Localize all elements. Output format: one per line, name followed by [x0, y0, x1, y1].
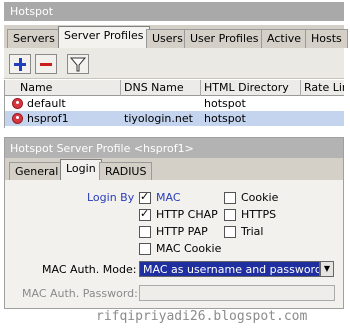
check-icon: ✓	[140, 190, 150, 203]
watermark: rifqipriyadi26.blogspot.com	[96, 309, 308, 324]
http-pap-option-label: HTTP PAP	[156, 225, 208, 238]
cell-name: default	[27, 97, 66, 110]
column-header-rate-limit[interactable]: Rate Lin	[301, 80, 344, 96]
cookie-checkbox[interactable]	[224, 192, 236, 204]
tab-login[interactable]: Login	[60, 159, 102, 180]
trial-option-label: Trial	[241, 225, 264, 238]
cookie-option-label: Cookie	[241, 191, 279, 204]
table-row[interactable]: default hotspot	[5, 96, 344, 111]
mac-cookie-option-label: MAC Cookie	[156, 242, 222, 255]
cell-dns-name: tiyologin.net	[124, 112, 193, 125]
trial-checkbox[interactable]	[224, 226, 236, 238]
server-profile-icon	[12, 113, 23, 124]
cell-html-directory: hotspot	[204, 97, 246, 110]
http-pap-checkbox[interactable]	[139, 226, 151, 238]
mac-checkbox[interactable]: ✓	[139, 190, 151, 204]
http-chap-option-label: HTTP CHAP	[156, 208, 218, 221]
window-title: Hotspot	[4, 2, 344, 21]
column-header-html-directory[interactable]: HTML Directory	[201, 80, 301, 96]
cell-name: hsprof1	[27, 112, 69, 125]
server-profile-icon	[12, 98, 23, 109]
tab-general[interactable]: General	[9, 162, 65, 180]
dialog-tab-bar: General Login RADIUS	[5, 158, 343, 180]
tab-server-profiles[interactable]: Server Profiles	[58, 26, 150, 48]
dropdown-arrow-icon[interactable]: ▼	[320, 261, 334, 277]
mac-auth-mode-label: MAC Auth. Mode:	[42, 263, 137, 276]
tab-servers[interactable]: Servers	[7, 29, 61, 48]
tab-radius[interactable]: RADIUS	[99, 162, 153, 180]
hotspot-window: Hotspot Servers Server Profiles Users Us…	[0, 0, 350, 328]
table-row-selected[interactable]: hsprof1 tiyologin.net hotspot	[5, 111, 344, 126]
mac-auth-password-label: MAC Auth. Password:	[22, 287, 138, 300]
main-tab-bar: Servers Server Profiles Users User Profi…	[4, 25, 348, 48]
filter-button[interactable]	[67, 54, 89, 74]
tab-active[interactable]: Active	[261, 29, 308, 48]
mac-cookie-checkbox[interactable]	[139, 243, 151, 255]
add-button[interactable]	[9, 54, 31, 74]
cell-html-directory: hotspot	[204, 112, 246, 125]
remove-button[interactable]	[35, 54, 57, 74]
mac-auth-mode-select[interactable]: MAC as username and password	[139, 261, 320, 277]
column-header-dns-name[interactable]: DNS Name	[121, 80, 201, 96]
cell-dns-name	[121, 96, 201, 111]
server-profile-dialog: Hotspot Server Profile <hsprof1> General…	[4, 137, 344, 309]
server-profiles-table: Name DNS Name HTML Directory Rate Lin de…	[4, 80, 344, 128]
https-option-label: HTTPS	[241, 208, 277, 221]
tab-user-profiles[interactable]: User Profiles	[184, 29, 265, 48]
table-header: Name DNS Name HTML Directory Rate Lin	[5, 80, 344, 96]
tab-users[interactable]: Users	[146, 29, 189, 48]
toolbar	[4, 48, 344, 79]
login-by-label: Login By	[87, 191, 135, 204]
mac-option-label: MAC	[156, 191, 181, 204]
https-checkbox[interactable]	[224, 209, 236, 221]
tab-hosts[interactable]: Hosts	[305, 29, 348, 48]
column-header-name[interactable]: Name	[17, 80, 121, 96]
mac-auth-password-field[interactable]	[139, 285, 335, 301]
filter-icon	[69, 57, 87, 72]
dialog-title: Hotspot Server Profile <hsprof1>	[5, 138, 343, 158]
http-chap-checkbox[interactable]: ✓	[139, 207, 151, 221]
check-icon: ✓	[140, 207, 150, 220]
